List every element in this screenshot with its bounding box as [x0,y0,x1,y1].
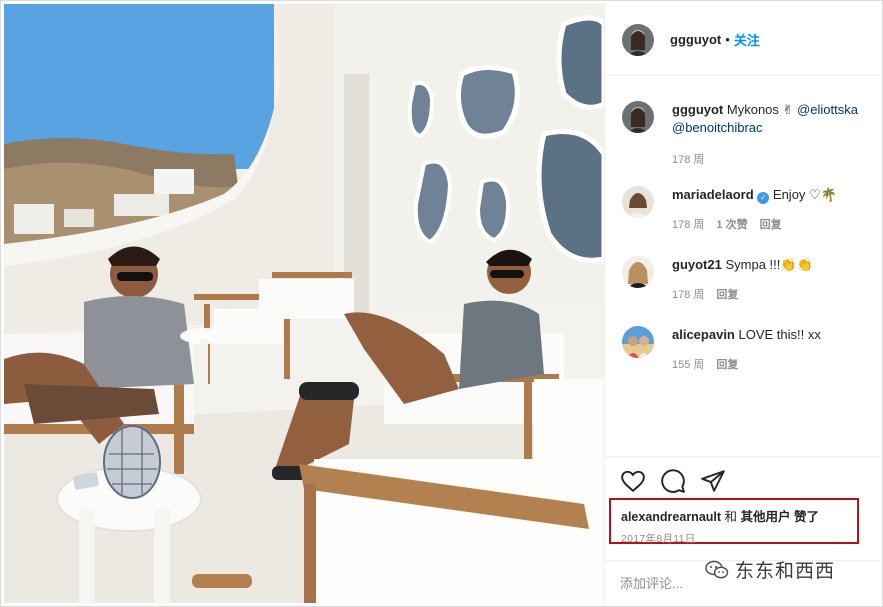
comment-likes-count[interactable]: 1 次赞 [716,216,747,234]
list-item: mariadelaord ✓ Enjoy ♡🌴 178 周 1 次赞 回复 [622,186,872,234]
comment-time[interactable]: 178 周 [672,151,704,169]
avatar[interactable] [622,256,654,288]
heart-icon[interactable] [620,468,646,494]
post-header: ggguyot • 关注 [605,4,880,76]
likes-summary: alexandrearnault 和 其他用户 赞了 [621,506,857,525]
comment-text: Sympa !!!👏👏 [725,257,813,272]
mention-link[interactable]: @benoitchibrac [672,120,763,135]
liked-by-username[interactable]: alexandrearnault [621,510,721,524]
comment-username[interactable]: alicepavin [672,327,735,342]
comments-list[interactable]: ggguyot Mykonos ✌ @eliottska @benoitchib… [605,76,880,456]
comment-meta: 178 周 回复 [672,286,872,304]
post-actions-bar [605,456,880,500]
comment-text: Mykonos ✌ [726,102,794,117]
verified-badge-icon: ✓ [757,192,770,204]
avatar[interactable] [622,23,654,56]
comment-time[interactable]: 178 周 [672,216,704,234]
list-item: ggguyot Mykonos ✌ @eliottska @benoitchib… [622,101,872,169]
comment-meta: 178 周 1 次赞 回复 [672,216,872,234]
separator-dot: • [725,32,730,47]
post-photo[interactable] [4,4,604,603]
likes-and: 和 [724,510,738,524]
comment-time[interactable]: 155 周 [672,356,704,374]
comment-body: guyot21 Sympa !!!👏👏 178 周 回复 [672,256,872,304]
comment-text: LOVE this!! xx [738,327,821,342]
comment-meta: 155 周 回复 [672,356,872,374]
comment-meta: 178 周 [672,151,872,169]
paper-plane-icon[interactable] [700,468,726,494]
wechat-icon [705,560,729,578]
avatar[interactable] [622,101,654,133]
watermark-text: 东东和西西 [735,561,836,582]
avatar[interactable] [622,326,654,358]
follow-button[interactable]: 关注 [734,30,760,49]
post-side-panel: ggguyot • 关注 ggguyot Mykonos ✌ @eliottsk… [604,4,880,603]
reply-button[interactable]: 回复 [716,356,738,374]
comment-icon[interactable] [660,468,686,494]
author-username[interactable]: ggguyot [670,32,721,47]
mention-link[interactable]: @eliottska [797,102,858,117]
comment-text: Enjoy ♡🌴 [772,187,837,202]
comment-username[interactable]: guyot21 [672,257,722,272]
avatar[interactable] [622,186,654,218]
list-item: alicepavin LOVE this!! xx 155 周 回复 [622,326,872,374]
reply-button[interactable]: 回复 [760,216,782,234]
comment-body: mariadelaord ✓ Enjoy ♡🌴 178 周 1 次赞 回复 [672,186,872,234]
others-link[interactable]: 其他用户 [741,510,791,524]
comment-body: ggguyot Mykonos ✌ @eliottska @benoitchib… [672,101,872,169]
likes-summary-highlight: alexandrearnault 和 其他用户 赞了 2017年8月11日 [609,498,859,546]
reply-button[interactable]: 回复 [716,286,738,304]
comment-time[interactable]: 178 周 [672,286,704,304]
post-date[interactable]: 2017年8月11日 [621,531,857,546]
comment-username[interactable]: ggguyot [672,102,723,117]
comment-username[interactable]: mariadelaord [672,187,754,202]
terrace-photo-illustration [4,4,604,603]
likes-suffix: 赞了 [794,510,820,524]
comment-body: alicepavin LOVE this!! xx 155 周 回复 [672,326,872,374]
list-item: guyot21 Sympa !!!👏👏 178 周 回复 [622,256,872,304]
watermark: 东东和西西 [705,556,835,583]
